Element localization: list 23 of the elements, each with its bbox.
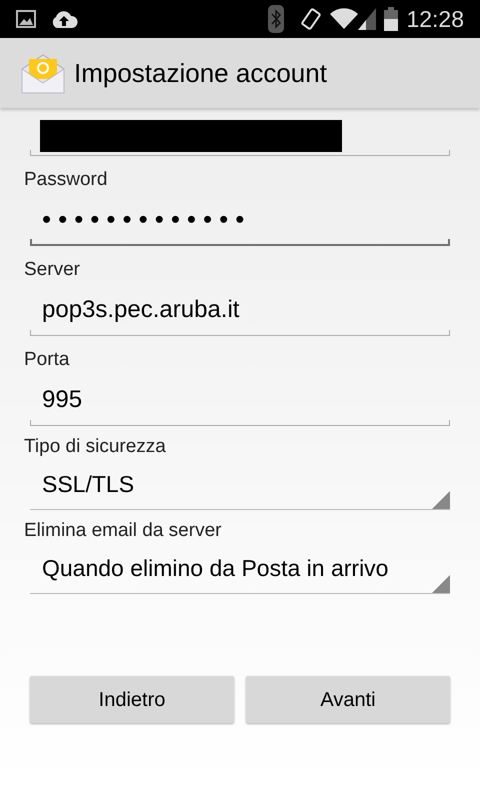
field-label: Tipo di sicurezza	[23, 435, 167, 459]
image-icon	[16, 10, 36, 28]
screen-title: Impostazione account	[74, 56, 327, 90]
battery-icon	[384, 7, 398, 31]
dropdown[interactable]: SSL/TLS	[30, 459, 450, 510]
dropdown-arrow-icon	[432, 575, 450, 593]
field-label: Password	[23, 168, 108, 192]
vibrate-icon	[300, 7, 322, 31]
input-field[interactable]: 995	[30, 372, 450, 426]
field-label: Elimina email da server	[23, 519, 222, 543]
dropdown[interactable]: Quando elimino da Posta in arrivo	[30, 543, 450, 594]
clock-time: 12:28	[406, 4, 464, 34]
nav-button[interactable]: Avanti	[246, 676, 450, 723]
dropdown-arrow-icon	[432, 491, 450, 509]
cloud-upload-icon	[50, 9, 78, 29]
field-label: Porta	[23, 348, 70, 372]
password-field[interactable]: •••••••••••••	[30, 192, 450, 246]
nav-button[interactable]: Indietro	[30, 676, 234, 723]
input-field[interactable]: pop3s.pec.aruba.it	[30, 282, 450, 336]
field-label: Server	[23, 258, 81, 282]
signal-icon	[358, 8, 376, 30]
wifi-icon	[330, 8, 358, 30]
bluetooth-icon	[268, 5, 284, 33]
